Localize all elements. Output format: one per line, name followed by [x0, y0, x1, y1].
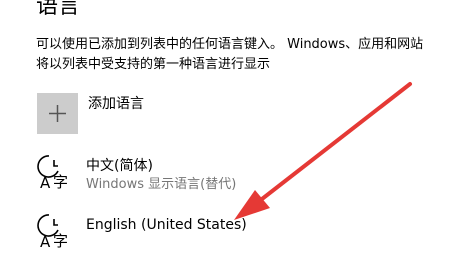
svg-text:字: 字: [53, 173, 68, 190]
language-icon: A 字: [36, 154, 76, 190]
svg-text:字: 字: [53, 232, 68, 249]
section-description-line-1: 可以使用已添加到列表中的任何语言键入。 Windows、应用和网站: [36, 37, 424, 52]
language-name-english[interactable]: English (United States): [86, 216, 247, 234]
svg-text:A: A: [40, 233, 51, 249]
add-language-label[interactable]: 添加语言: [88, 95, 144, 113]
section-description-line-2: 将以列表中受支持的第一种语言进行显示: [36, 57, 271, 72]
language-icon: A 字: [36, 213, 76, 249]
plus-icon: [49, 105, 66, 122]
svg-text:A: A: [40, 174, 51, 190]
add-language-button[interactable]: [37, 93, 78, 134]
language-detail-chinese: Windows 显示语言(替代): [86, 177, 237, 192]
section-title: 语言: [36, 0, 81, 19]
language-name-chinese[interactable]: 中文(简体): [86, 157, 153, 175]
